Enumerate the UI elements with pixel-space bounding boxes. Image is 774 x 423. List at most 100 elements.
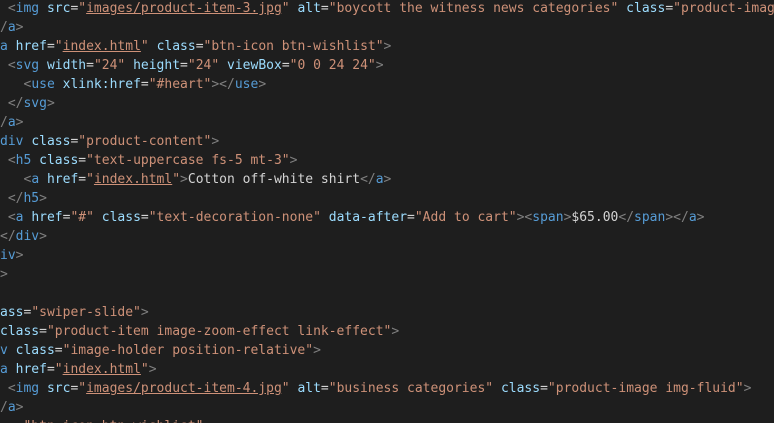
code-text: Cotton off-white shirt <box>187 172 361 187</box>
code-attribute-name: width <box>46 58 87 73</box>
code-string: "product-item image-zoom-effect link-eff… <box>46 324 392 339</box>
code-punctuation: > <box>148 362 157 377</box>
code-punctuation: < <box>7 153 16 168</box>
code-line[interactable]: /a> <box>0 113 23 132</box>
code-link-path[interactable]: index.html <box>63 39 141 54</box>
code-attribute-name: class <box>101 210 141 225</box>
code-tag-name: div <box>15 229 40 244</box>
code-punctuation: ></ <box>211 77 235 92</box>
code-attribute-name: href <box>15 362 47 377</box>
code-punctuation: > <box>696 210 705 225</box>
code-text: $65.00 <box>571 210 619 225</box>
code-string: "business categories" <box>328 381 494 396</box>
code-punctuation: > <box>180 172 188 187</box>
code-string: "24" <box>187 58 220 73</box>
code-line[interactable]: <a href="#" class="text-decoration-none"… <box>0 208 705 227</box>
code-line[interactable]: <use xlink:href="#heart"></use> <box>0 75 266 94</box>
code-punctuation: > <box>258 77 267 92</box>
code-punctuation: </ <box>360 172 376 187</box>
code-line[interactable]: ass="swiper-slide"> <box>0 303 149 322</box>
code-tag-name: use <box>234 77 259 92</box>
code-line[interactable]: v class="image-holder position-relative"… <box>0 341 321 360</box>
code-line[interactable]: /a> <box>0 398 23 417</box>
code-tag-name: use <box>31 77 55 92</box>
code-string: "Add to cart" <box>414 210 517 225</box>
code-string: " <box>140 362 149 377</box>
code-link-path[interactable]: images/product-item-4.jpg <box>86 381 282 396</box>
code-punctuation: > <box>15 248 24 263</box>
code-punctuation: < <box>7 210 16 225</box>
code-editor[interactable]: <img src="images/product-item-3.jpg" alt… <box>0 0 774 423</box>
code-punctuation: > <box>0 267 8 282</box>
code-punctuation: </ <box>0 229 16 244</box>
code-punctuation: / <box>0 400 8 415</box>
code-line[interactable]: a href="index.html"> <box>0 360 157 379</box>
code-line[interactable]: </h5> <box>0 189 47 208</box>
code-string: "swiper-slide" <box>31 305 141 320</box>
code-string: "#heart" <box>148 77 212 92</box>
code-link-path[interactable]: index.html <box>63 362 141 377</box>
code-attribute-name: src <box>46 381 71 396</box>
code-tag-name: a <box>7 115 16 130</box>
code-attribute-name: alt <box>297 381 321 396</box>
code-punctuation: > <box>15 20 24 35</box>
code-attribute-name: class <box>500 381 541 396</box>
code-punctuation: / <box>0 115 8 130</box>
code-punctuation: > <box>211 134 220 149</box>
code-line[interactable]: </svg> <box>0 94 55 113</box>
code-string: "btn-icon btn-wishlist" <box>203 39 384 54</box>
code-string: " <box>78 381 87 396</box>
code-tag-name: a <box>31 172 40 187</box>
code-string: "product-image <box>673 1 774 16</box>
code-line[interactable]: </div> <box>0 227 47 246</box>
code-punctuation: > <box>375 58 384 73</box>
code-equals: = <box>46 362 55 377</box>
code-punctuation: ></ <box>665 210 689 225</box>
code-line[interactable]: <h5 class="text-uppercase fs-5 mt-3"> <box>0 151 298 170</box>
code-string: " <box>172 172 181 187</box>
code-attribute-name: viewBox <box>227 58 282 73</box>
code-link-path[interactable]: index.html <box>94 172 172 187</box>
code-punctuation: </ <box>7 96 24 111</box>
code-line[interactable]: a href="index.html" class="btn-icon btn-… <box>0 37 391 56</box>
code-line[interactable]: <a href="index.html">Cotton off-white sh… <box>0 170 391 189</box>
code-punctuation: < <box>7 381 16 396</box>
code-attribute-name: xlink:href <box>62 77 141 92</box>
code-tag-name: div <box>0 134 24 149</box>
code-line[interactable]: class="product-item image-zoom-effect li… <box>0 322 399 341</box>
code-link-path[interactable]: images/product-item-3.jpg <box>86 1 282 16</box>
code-line[interactable]: /a> <box>0 18 23 37</box>
code-line[interactable]: iv> <box>0 246 23 265</box>
code-line[interactable]: > <box>0 265 8 284</box>
code-attribute-name: alt <box>297 1 321 16</box>
code-line[interactable]: -"btn-icon btn-wishlist" <box>0 417 204 423</box>
code-tag-name: h5 <box>15 153 32 168</box>
code-string: "image-holder position-relative" <box>62 343 314 358</box>
code-equals: = <box>195 39 204 54</box>
code-tag-name: a <box>688 210 697 225</box>
code-line[interactable]: div class="product-content"> <box>0 132 219 151</box>
code-attribute-name: href <box>46 172 79 187</box>
code-line[interactable]: <img src = "images/product-item-4.jpg" alt… <box>0 379 752 398</box>
code-line[interactable]: <svg width="24" height="24" viewBox="0 0… <box>0 56 384 75</box>
code-equals: = <box>665 1 674 16</box>
code-equals: = <box>86 58 94 73</box>
code-equals: = <box>140 210 149 225</box>
code-tag-name: a <box>7 20 16 35</box>
code-punctuation: > <box>15 400 24 415</box>
code-punctuation: > <box>383 39 392 54</box>
code-line[interactable]: <img src = "images/product-item-3.jpg" alt… <box>0 0 774 18</box>
